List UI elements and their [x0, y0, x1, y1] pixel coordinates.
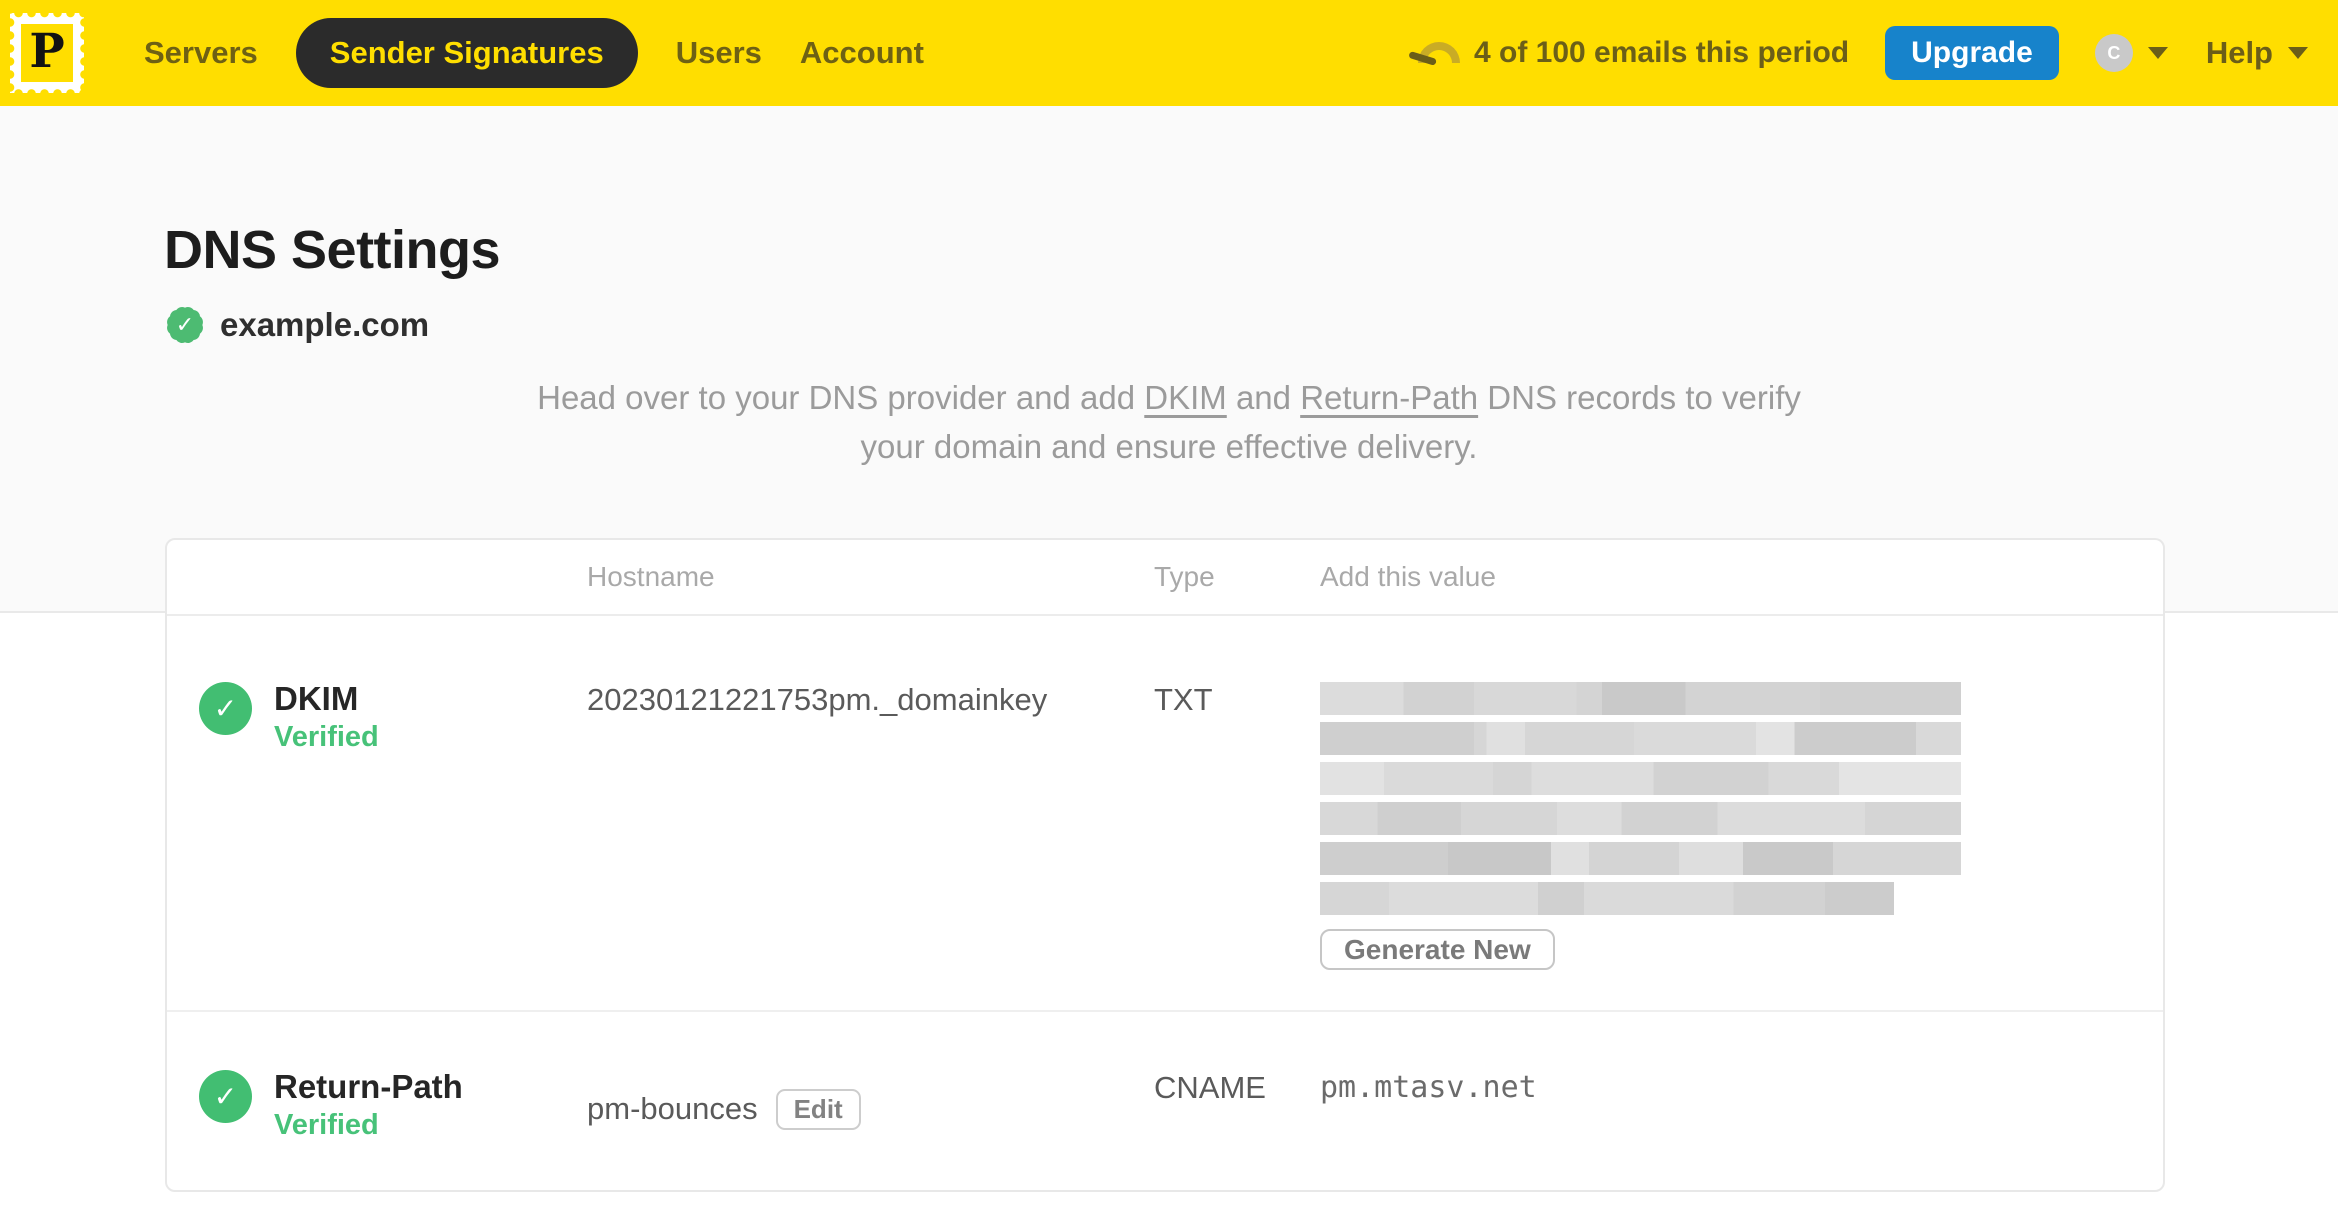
description-text: and: [1226, 379, 1301, 416]
primary-nav: Servers Sender Signatures Users Account: [144, 18, 962, 88]
nav-item-users[interactable]: Users: [676, 35, 762, 71]
redacted-bar: [1320, 762, 1961, 795]
postmark-logo[interactable]: P: [10, 13, 84, 93]
dns-settings-page: DNS Settings ✓ example.com Head over to …: [0, 106, 2338, 1222]
return-path-link[interactable]: Return-Path: [1300, 379, 1478, 416]
table-header-row: Hostname Type Add this value: [167, 540, 2163, 616]
redacted-dkim-value: [1320, 682, 2163, 915]
return-path-labels: Return-Path Verified: [274, 1068, 463, 1142]
usage-text: 4 of 100 emails this period: [1473, 36, 1850, 69]
avatar[interactable]: C: [2094, 34, 2133, 72]
header-type: Type: [1154, 561, 1215, 592]
table-row-dkim: ✓ DKIM Verified 20230121221753pm._domain…: [167, 616, 2163, 1012]
generate-new-button[interactable]: Generate New: [1320, 929, 1555, 970]
dkim-link[interactable]: DKIM: [1144, 379, 1227, 416]
record-name: Return-Path: [274, 1068, 463, 1105]
return-path-hostname: pm-bounces: [587, 1091, 758, 1126]
help-label: Help: [2205, 35, 2273, 70]
dns-records-card: Hostname Type Add this value ✓ DKIM Veri…: [165, 538, 2165, 1192]
chevron-down-icon: [2147, 47, 2168, 59]
nav-item-servers[interactable]: Servers: [144, 35, 258, 71]
return-path-value: pm.mtasv.net: [1320, 1070, 1537, 1105]
postmark-logo-letter: P: [21, 24, 73, 82]
page-description: Head over to your DNS provider and add D…: [529, 373, 1809, 471]
status-badge: Verified: [274, 1109, 379, 1141]
account-menu[interactable]: C: [2094, 34, 2168, 72]
dkim-value-cell: Generate New: [1320, 680, 2163, 970]
chevron-down-icon: [2288, 47, 2308, 59]
top-nav-bar: P Servers Sender Signatures Users Accoun…: [0, 0, 2338, 106]
redacted-bar: [1320, 722, 1961, 755]
return-path-type: CNAME: [1154, 1070, 1266, 1105]
dkim-hostname: 20230121221753pm._domainkey: [587, 682, 1048, 717]
redacted-bar: [1320, 842, 1961, 875]
usage-meter: 4 of 100 emails this period: [1408, 36, 1850, 70]
nav-item-account[interactable]: Account: [800, 35, 924, 71]
table-row-return-path: ✓ Return-Path Verified pm-bounces Edit C…: [167, 1012, 2163, 1190]
header-add-this-value: Add this value: [1320, 561, 1496, 592]
header-hostname: Hostname: [587, 561, 715, 592]
verified-seal-icon: ✓: [163, 303, 207, 347]
check-icon: ✓: [175, 312, 195, 337]
record-name: DKIM: [274, 680, 359, 717]
help-menu[interactable]: Help: [2206, 35, 2308, 71]
redacted-bar: [1320, 882, 1894, 915]
page-title: DNS Settings: [164, 220, 501, 280]
description-text: Head over to your DNS provider and add: [537, 379, 1145, 416]
gauge-icon: [1408, 40, 1461, 66]
dkim-labels: DKIM Verified: [274, 680, 379, 754]
verified-check-icon: ✓: [199, 1070, 252, 1123]
return-path-status-cell: ✓ Return-Path Verified: [167, 1068, 587, 1150]
verified-check-icon: ✓: [199, 682, 252, 735]
upgrade-button[interactable]: Upgrade: [1885, 26, 2059, 80]
edit-button[interactable]: Edit: [775, 1088, 861, 1130]
return-path-hostname-cell: pm-bounces Edit: [587, 1068, 1154, 1150]
domain-name: example.com: [220, 306, 430, 343]
nav-item-sender-signatures[interactable]: Sender Signatures: [295, 18, 638, 88]
dkim-status-cell: ✓ DKIM Verified: [167, 680, 587, 970]
redacted-bar: [1320, 802, 1961, 835]
status-badge: Verified: [274, 721, 379, 753]
redacted-bar: [1320, 682, 1961, 715]
dkim-type: TXT: [1154, 682, 1213, 717]
domain-row: ✓ example.com: [163, 303, 2338, 347]
